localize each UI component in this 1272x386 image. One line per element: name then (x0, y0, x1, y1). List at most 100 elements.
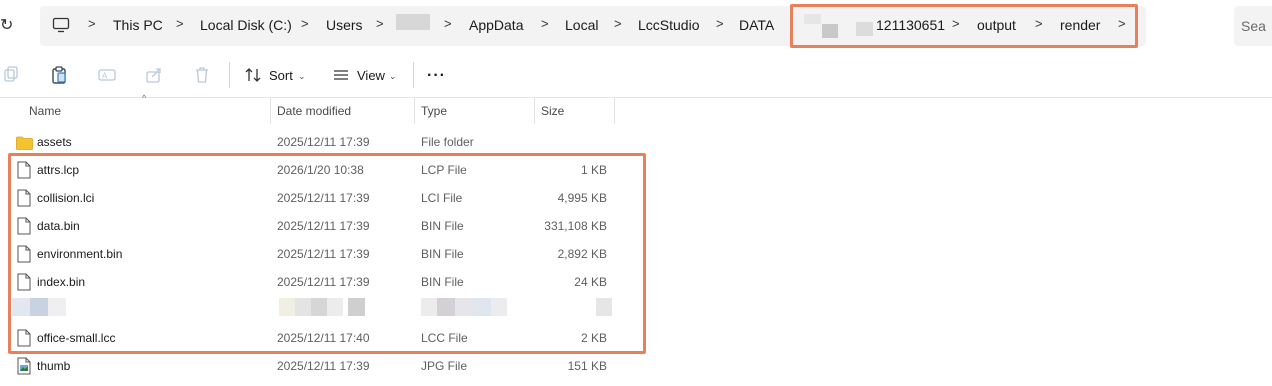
rename-icon[interactable]: A (97, 65, 117, 85)
chevron-right-icon[interactable]: > (444, 16, 452, 31)
redacted-username[interactable] (396, 14, 430, 30)
search-box[interactable]: Sea (1234, 6, 1272, 46)
file-date: 2025/12/11 17:39 (277, 275, 370, 289)
column-header-type[interactable]: Type (421, 104, 447, 118)
chevron-down-icon[interactable]: ⌄ (389, 65, 397, 87)
breadcrumb-this-pc[interactable]: This PC (113, 17, 163, 33)
file-icon (17, 189, 31, 207)
command-bar: A Sort ⌄ View ⌄ ··· (0, 52, 1272, 98)
toolbar-divider (413, 62, 414, 88)
file-row[interactable]: index.bin 2025/12/11 17:39 BIN File 24 K… (0, 268, 640, 296)
image-file-icon (17, 357, 31, 375)
file-type: BIN File (421, 275, 464, 289)
file-date: 2025/12/11 17:39 (277, 219, 370, 233)
chevron-right-icon[interactable]: > (301, 16, 309, 31)
file-row[interactable]: office-small.lcc 2025/12/11 17:40 LCC Fi… (0, 324, 640, 352)
file-name: data.bin (37, 219, 80, 233)
file-type: BIN File (421, 247, 464, 261)
redacted-date (348, 298, 365, 316)
this-pc-icon[interactable] (52, 16, 70, 34)
redacted-date (311, 298, 327, 316)
chevron-right-icon[interactable]: > (952, 16, 960, 31)
view-button[interactable]: View (357, 65, 385, 87)
file-row[interactable]: data.bin 2025/12/11 17:39 BIN File 331,1… (0, 212, 640, 240)
delete-icon[interactable] (192, 65, 212, 85)
file-type: File folder (421, 135, 474, 149)
redacted-type (421, 298, 437, 316)
file-icon (17, 161, 31, 179)
file-type: JPG File (421, 359, 468, 373)
file-row[interactable]: thumb 2025/12/11 17:39 JPG File 151 KB (0, 352, 640, 380)
breadcrumb-local-disk[interactable]: Local Disk (C:) (200, 17, 292, 33)
file-name: index.bin (37, 275, 86, 289)
file-date: 2025/12/11 17:39 (277, 135, 370, 149)
file-row[interactable]: attrs.lcp 2026/1/20 10:38 LCP File 1 KB (0, 156, 640, 184)
toolbar-divider (229, 62, 230, 88)
share-icon[interactable] (144, 65, 164, 85)
folder-icon (16, 136, 33, 150)
chevron-right-icon[interactable]: > (1118, 16, 1126, 31)
redacted-path-segment (804, 14, 821, 24)
file-date: 2026/1/20 10:38 (277, 163, 364, 177)
file-name: environment.bin (37, 247, 123, 261)
chevron-right-icon[interactable]: > (1035, 16, 1043, 31)
view-icon[interactable] (331, 65, 351, 85)
file-name: office-small.lcc (37, 331, 116, 345)
file-size: 331,108 KB (544, 219, 607, 233)
file-size: 2 KB (580, 331, 607, 345)
chevron-right-icon[interactable]: > (614, 16, 622, 31)
column-divider[interactable] (414, 98, 415, 124)
redacted-type (437, 298, 455, 316)
paste-icon[interactable] (49, 65, 69, 85)
breadcrumb-lccstudio[interactable]: LccStudio (638, 17, 699, 33)
copy-icon[interactable] (2, 65, 22, 85)
breadcrumb-appdata[interactable]: AppData (469, 17, 523, 33)
file-icon (17, 245, 31, 263)
redacted-type (473, 298, 491, 316)
breadcrumb-data[interactable]: DATA (739, 17, 774, 33)
column-divider[interactable] (534, 98, 535, 124)
redacted-date (279, 298, 295, 316)
redacted-path-segment (822, 24, 838, 38)
chevron-right-icon[interactable]: > (716, 16, 724, 31)
file-row[interactable]: collision.lci 2025/12/11 17:39 LCI File … (0, 184, 640, 212)
file-size: 4,995 KB (557, 191, 607, 205)
column-header-name[interactable]: Name (29, 104, 61, 118)
chevron-right-icon[interactable]: > (176, 16, 184, 31)
file-date: 2025/12/11 17:39 (277, 191, 370, 205)
file-icon (17, 329, 31, 347)
column-header-date[interactable]: Date modified (277, 104, 351, 118)
redacted-path-segment (856, 22, 873, 36)
column-header-row: Name Date modified Type Size (0, 98, 640, 124)
breadcrumb-local[interactable]: Local (565, 17, 598, 33)
search-input[interactable]: Sea (1241, 18, 1266, 34)
file-type: LCI File (421, 191, 463, 205)
sort-button[interactable]: Sort (269, 65, 293, 87)
refresh-icon[interactable]: ↻ (0, 15, 20, 37)
column-header-size[interactable]: Size (541, 104, 564, 118)
chevron-down-icon[interactable]: ⌄ (298, 65, 306, 87)
more-options-button[interactable]: ··· (427, 65, 446, 87)
svg-text:A: A (102, 72, 108, 81)
redacted-file-row[interactable] (0, 296, 640, 324)
file-size: 1 KB (580, 163, 607, 177)
file-date: 2025/12/11 17:40 (277, 331, 370, 345)
chevron-right-icon[interactable]: > (541, 16, 549, 31)
column-divider[interactable] (614, 98, 615, 124)
address-bar-row: ↻ > This PC > Local Disk (C:) > Users > … (0, 0, 1272, 52)
breadcrumb-users[interactable]: Users (326, 17, 363, 33)
redacted-type (455, 298, 473, 316)
file-name: thumb (37, 359, 71, 373)
chevron-right-icon[interactable]: > (376, 16, 384, 31)
column-divider[interactable] (270, 98, 271, 124)
file-type: BIN File (421, 219, 464, 233)
redacted-name (48, 298, 66, 316)
file-row[interactable]: assets 2025/12/11 17:39 File folder (0, 128, 640, 156)
breadcrumb-output[interactable]: output (977, 17, 1016, 33)
breadcrumb-render[interactable]: render (1060, 17, 1100, 33)
file-row[interactable]: environment.bin 2025/12/11 17:39 BIN Fil… (0, 240, 640, 268)
breadcrumb-project-id[interactable]: 121130651 (876, 17, 945, 33)
chevron-right-icon[interactable]: > (88, 16, 96, 31)
redacted-type (491, 298, 507, 316)
sort-icon[interactable] (243, 65, 263, 85)
